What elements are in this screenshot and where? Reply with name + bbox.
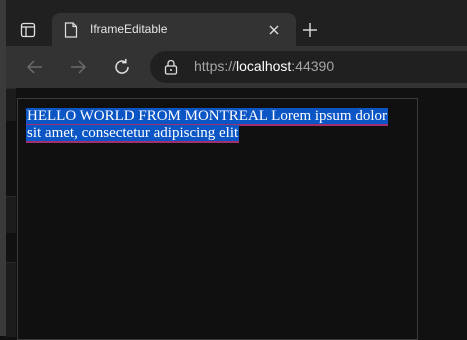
selected-text[interactable]: HELLO WORLD FROM MONTREAL Lorem ipsum do… — [26, 108, 388, 141]
tab-actions-icon[interactable] — [20, 22, 36, 38]
page-icon — [64, 22, 78, 38]
url-scheme: https:// — [194, 58, 237, 74]
background-panel — [6, 88, 16, 121]
refresh-icon[interactable] — [113, 58, 131, 76]
lock-icon[interactable] — [164, 59, 178, 75]
url-port: :44390 — [291, 58, 335, 74]
tab-strip: IframeEditable — [0, 0, 467, 46]
close-icon[interactable] — [268, 24, 280, 36]
arrow-right-icon[interactable] — [69, 58, 87, 76]
background-panel — [6, 262, 16, 337]
url-host: localhost — [236, 58, 292, 74]
browser-tab[interactable]: IframeEditable — [52, 13, 296, 46]
url-text[interactable]: https://localhost:44390 — [194, 58, 334, 74]
browser-toolbar: https://localhost:44390 — [6, 46, 467, 88]
editable-content[interactable]: HELLO WORLD FROM MONTREAL Lorem ipsum do… — [26, 108, 390, 142]
tab-title: IframeEditable — [90, 22, 168, 36]
arrow-left-icon[interactable] — [26, 58, 44, 76]
background-panel — [6, 196, 16, 233]
new-tab-icon[interactable] — [302, 22, 318, 38]
page-content: HELLO WORLD FROM MONTREAL Lorem ipsum do… — [6, 88, 467, 340]
address-bar[interactable]: https://localhost:44390 — [150, 51, 467, 83]
editable-iframe[interactable]: HELLO WORLD FROM MONTREAL Lorem ipsum do… — [17, 98, 418, 340]
